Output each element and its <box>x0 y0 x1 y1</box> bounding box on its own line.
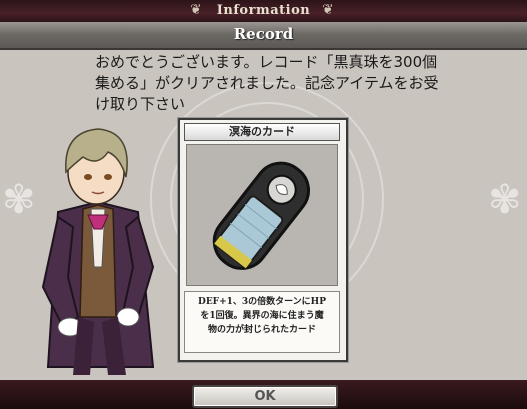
main-panel: ✾ ✾ Record おめでとうございます。レコード「黒真珠を300個 集める」… <box>0 22 527 380</box>
header-bar: ❦ Information ❦ <box>0 0 527 23</box>
footer-bar: OK <box>0 380 527 409</box>
floral-right-icon: ✾ <box>488 177 522 223</box>
record-bar: Record <box>0 22 527 50</box>
item-desc-line-3: 物の力が封じられたカード <box>207 325 316 335</box>
item-description: DEF+1、3の倍数ターンにHP を1回復。異界の海に住まう魔 物の力が封じられ… <box>184 291 340 353</box>
message-line-2: 集める」がクリアされました。記念アイテムをお受 <box>95 74 439 92</box>
ok-button[interactable]: OK <box>192 385 338 408</box>
item-desc-line-2: を1回復。異界の海に住まう魔 <box>200 311 324 321</box>
item-image-frame <box>186 144 338 286</box>
message-line-3: け取り下さい <box>95 95 186 113</box>
clear-message: おめでとうございます。レコード「黒真珠を300個 集める」がクリアされました。記… <box>95 52 520 115</box>
item-card-title: 溟海のカード <box>184 123 340 141</box>
message-line-1: おめでとうございます。レコード「黒真珠を300個 <box>95 53 438 71</box>
header-title: Information <box>216 3 311 18</box>
ornament-right-icon: ❦ <box>322 2 334 18</box>
card-item-icon <box>212 161 310 270</box>
item-card: 溟海のカード DEF+1、3の倍数ターンにHP を1回復。異界の海に住まう魔 物… <box>178 118 348 362</box>
item-desc-line-1: DEF+1、3の倍数ターンにHP <box>198 297 326 307</box>
character-portrait <box>41 128 155 375</box>
record-label: Record <box>233 25 294 43</box>
